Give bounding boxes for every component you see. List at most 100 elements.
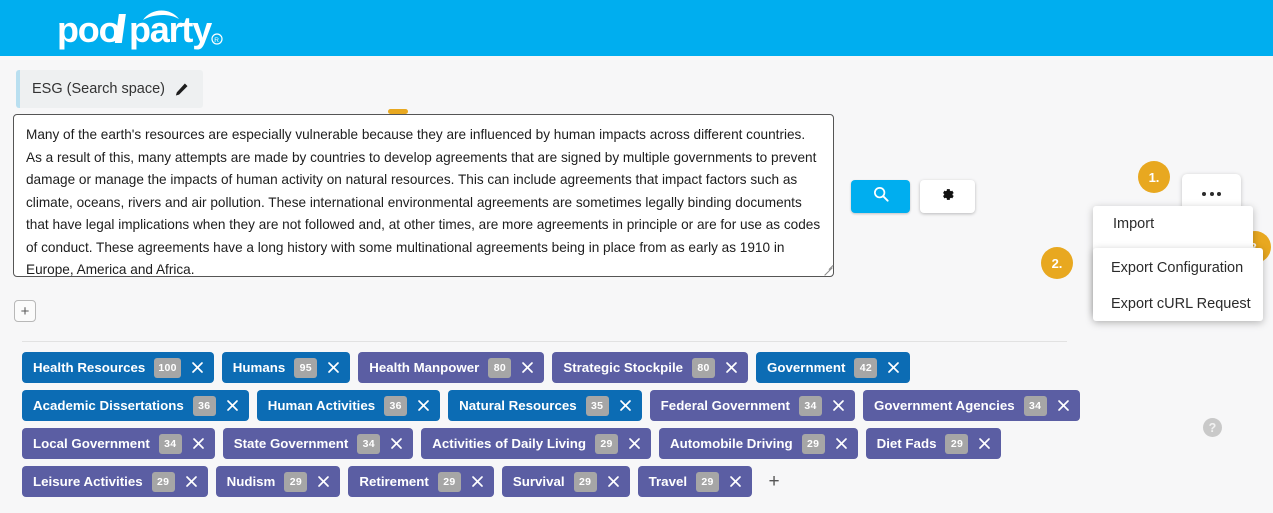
tag-label: Retirement xyxy=(359,474,429,489)
menu-item-export-configuration[interactable]: Export Configuration xyxy=(1093,250,1263,286)
menu-item-label: Export Configuration xyxy=(1111,260,1244,276)
close-icon[interactable] xyxy=(416,398,431,413)
close-icon[interactable] xyxy=(470,474,485,489)
tag-chip[interactable]: Strategic Stockpile 80 xyxy=(552,352,749,383)
close-icon[interactable] xyxy=(627,436,642,451)
tag-chip[interactable]: Health Resources 100 xyxy=(22,352,214,383)
tag-count: 36 xyxy=(192,395,216,416)
settings-button[interactable] xyxy=(920,180,975,213)
ellipsis-icon xyxy=(1202,191,1206,196)
export-submenu: Export Configuration Export cURL Request xyxy=(1093,248,1263,321)
close-icon[interactable] xyxy=(225,398,240,413)
pencil-icon[interactable] xyxy=(174,82,189,97)
query-input[interactable]: Many of the earth's resources are especi… xyxy=(13,114,834,277)
tag-chip[interactable]: Government 42 xyxy=(756,352,911,383)
close-icon[interactable] xyxy=(191,436,206,451)
add-tag-button[interactable]: + xyxy=(764,472,784,492)
tag-chip[interactable]: Diet Fads 29 xyxy=(865,428,1002,459)
tag-label: Academic Dissertations xyxy=(33,398,184,413)
tag-row: Academic Dissertations 36 Human Activities… xyxy=(22,390,1252,421)
tag-count: 34 xyxy=(357,433,381,454)
tag-count: 29 xyxy=(945,433,969,454)
menu-item-export-curl-request[interactable]: Export cURL Request xyxy=(1093,286,1263,322)
tag-chip[interactable]: Activities of Daily Living 29 xyxy=(421,428,651,459)
tag-count: 34 xyxy=(1023,395,1047,416)
close-icon[interactable] xyxy=(831,398,846,413)
tag-label: Federal Government xyxy=(660,398,790,413)
close-icon[interactable] xyxy=(190,360,205,375)
tag-count: 29 xyxy=(696,471,720,492)
close-icon[interactable] xyxy=(520,360,535,375)
ellipsis-icon xyxy=(1209,191,1214,196)
svg-text:party: party xyxy=(129,9,212,50)
tag-count: 29 xyxy=(437,471,461,492)
svg-text:poo: poo xyxy=(57,9,120,50)
search-button[interactable] xyxy=(851,180,910,213)
tag-label: Diet Fads xyxy=(876,436,937,451)
search-space-chip[interactable]: ESG (Search space) xyxy=(16,70,203,108)
tag-chip[interactable]: Nudism 29 xyxy=(215,466,341,497)
menu-item-label: Export cURL Request xyxy=(1111,296,1251,312)
tag-label: Travel xyxy=(648,474,688,489)
tag-label: Health Resources xyxy=(33,360,146,375)
close-icon[interactable] xyxy=(184,474,199,489)
tag-label: Automobile Driving xyxy=(669,436,793,451)
tag-label: Strategic Stockpile xyxy=(563,360,684,375)
add-query-row-button[interactable]: + xyxy=(14,300,36,322)
tag-label: Nudism xyxy=(226,474,276,489)
tag-count: 95 xyxy=(294,357,318,378)
close-icon[interactable] xyxy=(834,436,849,451)
tag-count: 80 xyxy=(488,357,512,378)
tag-count: 29 xyxy=(801,433,825,454)
tag-section-divider xyxy=(22,341,1067,342)
gear-icon xyxy=(939,186,956,208)
tag-chip[interactable]: Leisure Activities 29 xyxy=(22,466,208,497)
tag-count: 29 xyxy=(573,471,597,492)
tag-row: Health Resources 100 Humans 95 Health Manpow… xyxy=(22,352,1252,383)
svg-text:R: R xyxy=(214,37,219,44)
help-icon[interactable]: ? xyxy=(1203,418,1222,437)
tag-chip[interactable]: Survival 29 xyxy=(501,466,630,497)
tag-label: Local Government xyxy=(33,436,150,451)
tag-count: 35 xyxy=(585,395,609,416)
close-icon[interactable] xyxy=(316,474,331,489)
close-icon[interactable] xyxy=(1056,398,1071,413)
tag-chip[interactable]: Travel 29 xyxy=(637,466,753,497)
help-icon-label: ? xyxy=(1208,420,1217,435)
tag-count: 42 xyxy=(854,357,878,378)
tag-chip[interactable]: State Government 34 xyxy=(222,428,414,459)
tag-chip[interactable]: Government Agencies 34 xyxy=(863,390,1080,421)
step-badge-label: 1. xyxy=(1148,169,1160,185)
tag-count: 34 xyxy=(799,395,822,416)
tag-chip[interactable]: Local Government 34 xyxy=(22,428,215,459)
tag-label: Government Agencies xyxy=(874,398,1015,413)
tag-count: 36 xyxy=(384,395,408,416)
close-icon[interactable] xyxy=(326,360,341,375)
tag-chip[interactable]: Retirement 29 xyxy=(348,466,494,497)
tag-label: Government xyxy=(767,360,846,375)
step-badge-1: 1. xyxy=(1138,161,1170,193)
tag-count: 29 xyxy=(284,471,308,492)
tag-list: Health Resources 100 Humans 95 Health Manpow… xyxy=(22,352,1252,504)
close-icon[interactable] xyxy=(724,360,739,375)
tag-count: 29 xyxy=(151,471,175,492)
plus-icon: + xyxy=(20,302,30,320)
tag-chip[interactable]: Academic Dissertations 36 xyxy=(22,390,249,421)
tag-chip[interactable]: Federal Government 34 xyxy=(649,390,855,421)
tag-chip[interactable]: Health Manpower 80 xyxy=(358,352,545,383)
menu-item-import[interactable]: Import xyxy=(1093,206,1253,242)
close-icon[interactable] xyxy=(618,398,633,413)
tag-chip[interactable]: Humans 95 xyxy=(221,352,351,383)
tag-chip[interactable]: Natural Resources 35 xyxy=(448,390,642,421)
close-icon[interactable] xyxy=(977,436,992,451)
tag-count: 29 xyxy=(594,433,618,454)
poolparty-logo[interactable]: poo party R xyxy=(57,6,227,50)
tag-chip[interactable]: Automobile Driving 29 xyxy=(658,428,858,459)
close-icon[interactable] xyxy=(728,474,743,489)
tag-label: Health Manpower xyxy=(369,360,480,375)
tag-label: Activities of Daily Living xyxy=(432,436,586,451)
close-icon[interactable] xyxy=(886,360,901,375)
close-icon[interactable] xyxy=(389,436,404,451)
tag-chip[interactable]: Human Activities 36 xyxy=(256,390,441,421)
close-icon[interactable] xyxy=(606,474,621,489)
